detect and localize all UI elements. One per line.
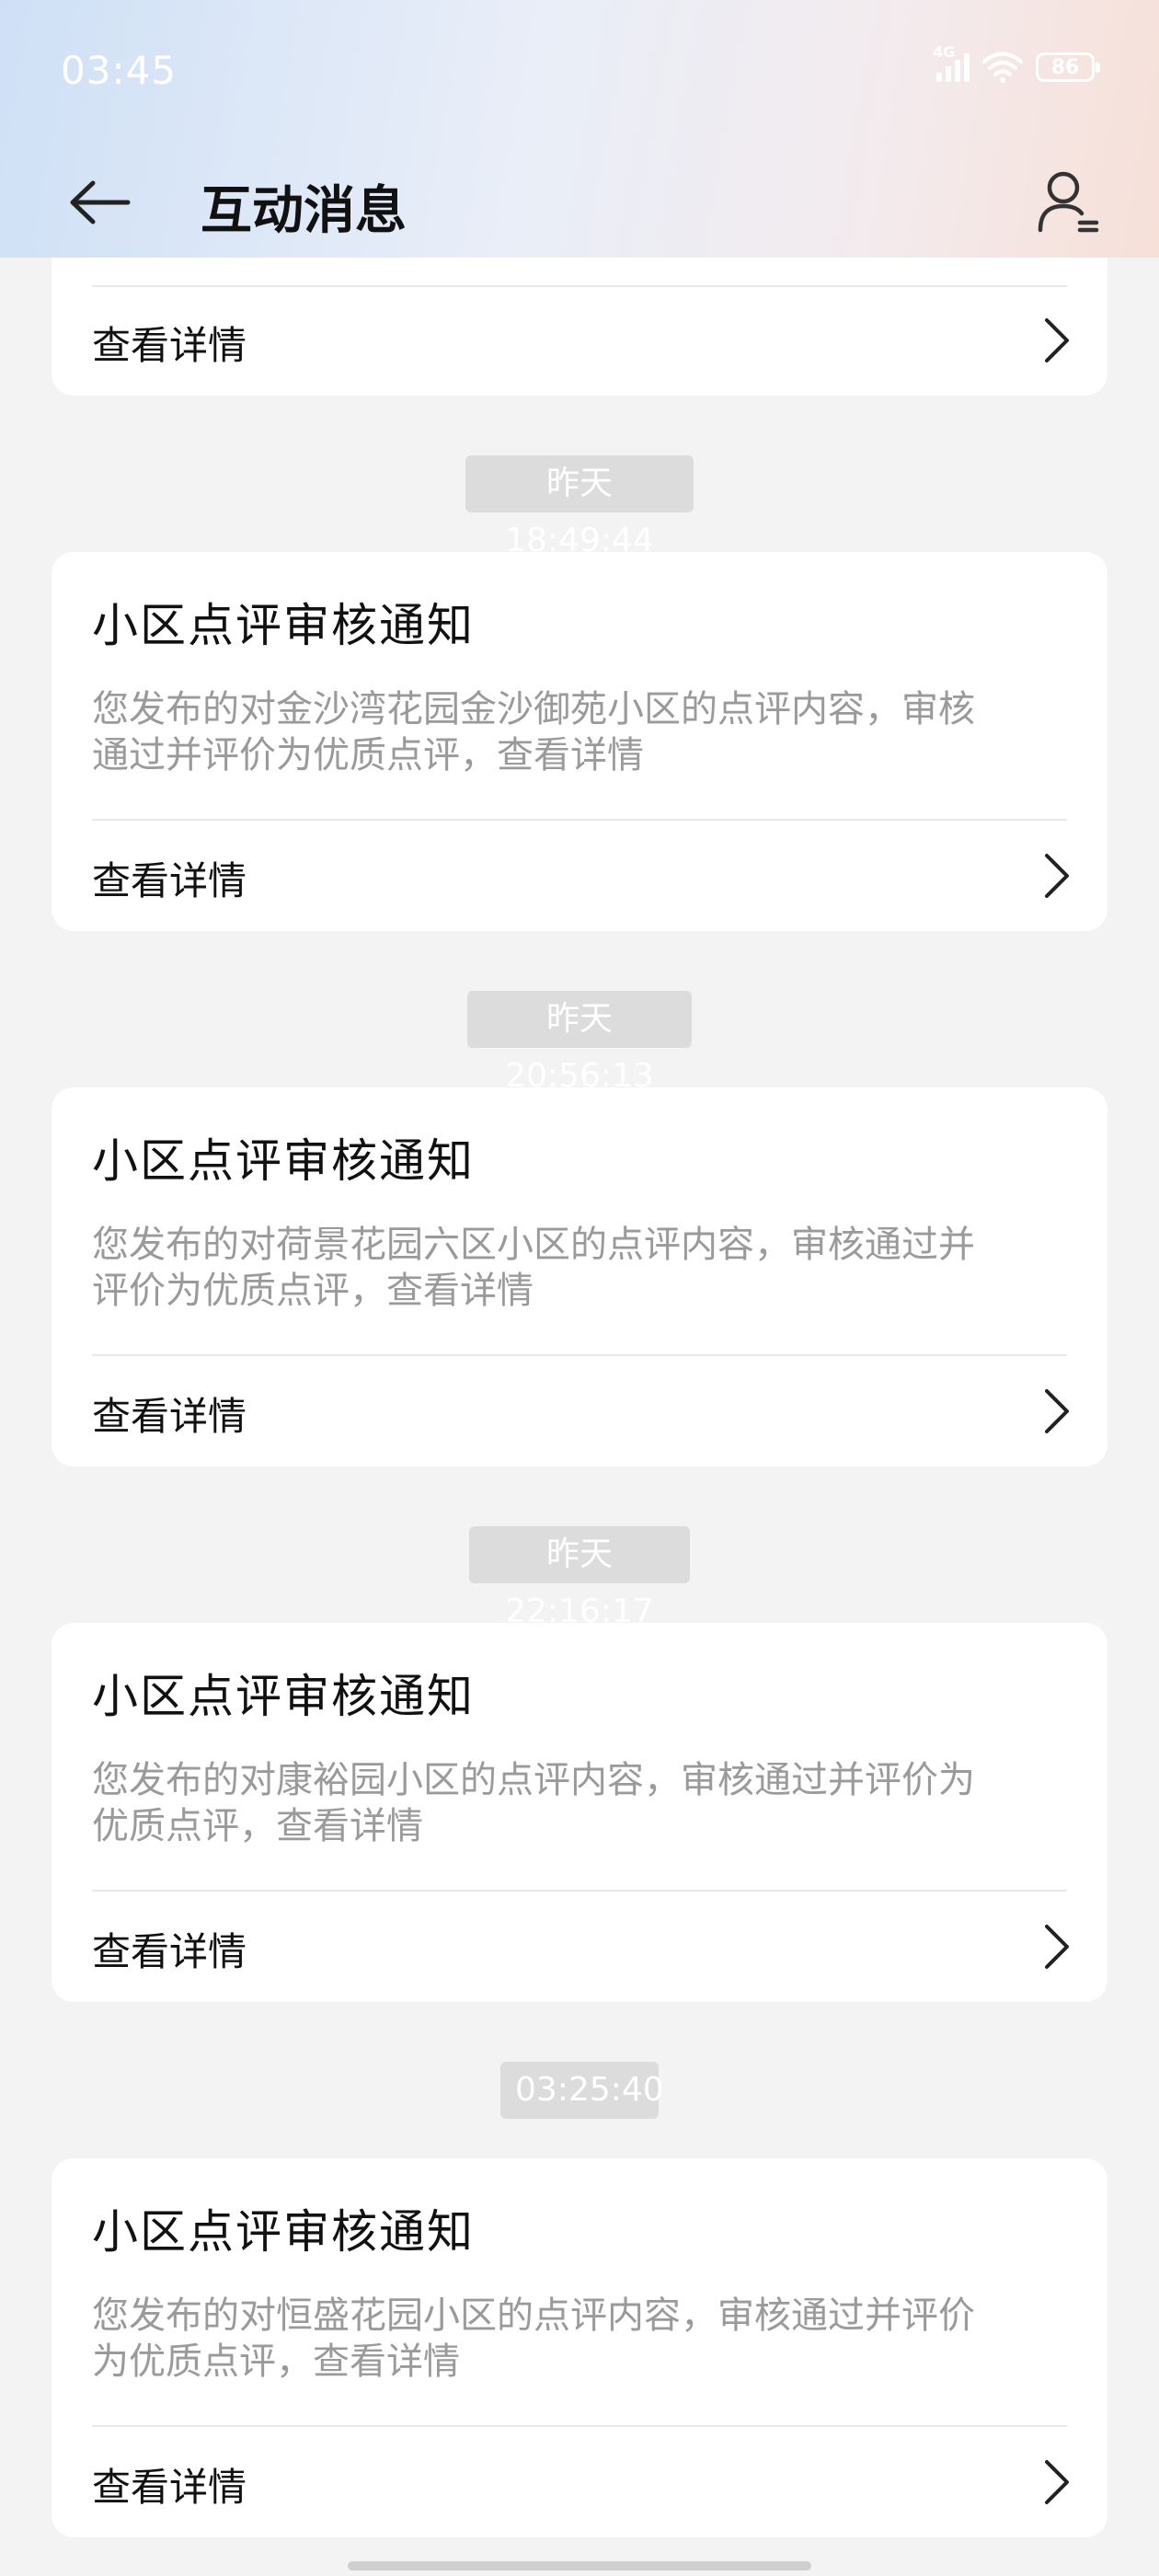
- user-list-icon: [1038, 171, 1099, 233]
- message-timestamp: 昨天 22:16:17: [469, 1526, 690, 1630]
- cellular-signal-icon: 4G: [933, 43, 970, 82]
- back-arrow-icon: [70, 180, 131, 224]
- message-description-line: 通过并评价为优质点评，查看详情: [92, 734, 644, 776]
- wifi-icon: [982, 52, 1023, 83]
- message-title: 小区点评审核通知: [92, 599, 475, 652]
- chevron-right-icon: [1045, 1389, 1069, 1433]
- view-details-row[interactable]: 查看详情: [52, 1892, 1107, 2002]
- page-title: 互动消息: [201, 181, 407, 241]
- message-description-line: 您发布的对康裕园小区的点评内容，审核通过并评价为: [92, 1759, 975, 1801]
- message-title: 小区点评审核通知: [92, 1670, 475, 1723]
- view-details-row[interactable]: 查看详情: [52, 821, 1107, 931]
- message-card: 小区点评审核通知 您发布的对荷景花园六区小区的点评内容，审核通过并 评价为优质点…: [52, 1087, 1107, 1466]
- message-description-line: 优质点评，查看详情: [92, 1805, 423, 1847]
- message-description-line: 您发布的对荷景花园六区小区的点评内容，审核通过并: [92, 1224, 975, 1266]
- view-details-label: 查看详情: [92, 1394, 247, 1439]
- status-icons: 4G 86: [933, 43, 1100, 83]
- status-time: 03:45: [61, 48, 178, 93]
- battery-icon: 86: [1036, 52, 1100, 82]
- message-title: 小区点评审核通知: [92, 1134, 475, 1188]
- chevron-right-icon: [1045, 854, 1069, 898]
- home-indicator[interactable]: [348, 2561, 811, 2570]
- message-description-line: 您发布的对恒盛花园小区的点评内容，审核通过并评价: [92, 2294, 975, 2337]
- view-details-label: 查看详情: [92, 1929, 247, 1974]
- message-timestamp: 昨天 20:56:13: [467, 991, 692, 1095]
- chevron-right-icon: [1045, 1925, 1069, 1969]
- profile-button[interactable]: [1030, 164, 1107, 241]
- view-details-row[interactable]: 查看详情: [52, 2427, 1107, 2537]
- view-details-row[interactable]: 查看详情: [52, 285, 1107, 396]
- chevron-right-icon: [1045, 2460, 1069, 2504]
- nav-bar: 互动消息: [0, 147, 1159, 258]
- message-timestamp: 03:25:40: [500, 2062, 664, 2119]
- message-description-line: 评价为优质点评，查看详情: [92, 1270, 534, 1312]
- message-description-line: 您发布的对金沙湾花园金沙御苑小区的点评内容，审核: [92, 688, 975, 730]
- message-description: 您发布的对金沙湾花园金沙御苑小区的点评内容，审核 通过并评价为优质点评，查看详情: [92, 686, 1067, 778]
- battery-level: 86: [1050, 55, 1080, 79]
- message-card: 小区点评审核通知 您发布的对康裕园小区的点评内容，审核通过并评价为 优质点评，查…: [52, 1623, 1107, 2002]
- view-details-label: 查看详情: [92, 2465, 247, 2510]
- message-card: 查看详情: [52, 258, 1107, 396]
- message-timestamp: 昨天 18:49:44: [465, 455, 694, 559]
- back-button[interactable]: [63, 166, 136, 239]
- message-card: 小区点评审核通知 您发布的对恒盛花园小区的点评内容，审核通过并评价 为优质点评，…: [52, 2158, 1107, 2537]
- message-card: 小区点评审核通知 您发布的对金沙湾花园金沙御苑小区的点评内容，审核 通过并评价为…: [52, 552, 1107, 931]
- status-bar: 03:45 4G 86: [0, 0, 1159, 147]
- message-description: 您发布的对康裕园小区的点评内容，审核通过并评价为 优质点评，查看详情: [92, 1757, 1067, 1849]
- message-description-line: 为优质点评，查看详情: [92, 2340, 460, 2383]
- message-list: 查看详情 昨天 18:49:44 小区点评审核通知 您发布的对金沙湾花园金沙御苑…: [0, 258, 1159, 2576]
- chevron-right-icon: [1045, 318, 1069, 362]
- network-type: 4G: [933, 43, 956, 61]
- view-details-label: 查看详情: [92, 323, 247, 368]
- message-title: 小区点评审核通知: [92, 2205, 475, 2259]
- view-details-label: 查看详情: [92, 858, 247, 903]
- message-description: 您发布的对恒盛花园小区的点评内容，审核通过并评价 为优质点评，查看详情: [92, 2293, 1067, 2385]
- view-details-row[interactable]: 查看详情: [52, 1356, 1107, 1466]
- message-description: 您发布的对荷景花园六区小区的点评内容，审核通过并 评价为优质点评，查看详情: [92, 1222, 1067, 1314]
- header-area: 03:45 4G 86 互动消息: [0, 0, 1159, 258]
